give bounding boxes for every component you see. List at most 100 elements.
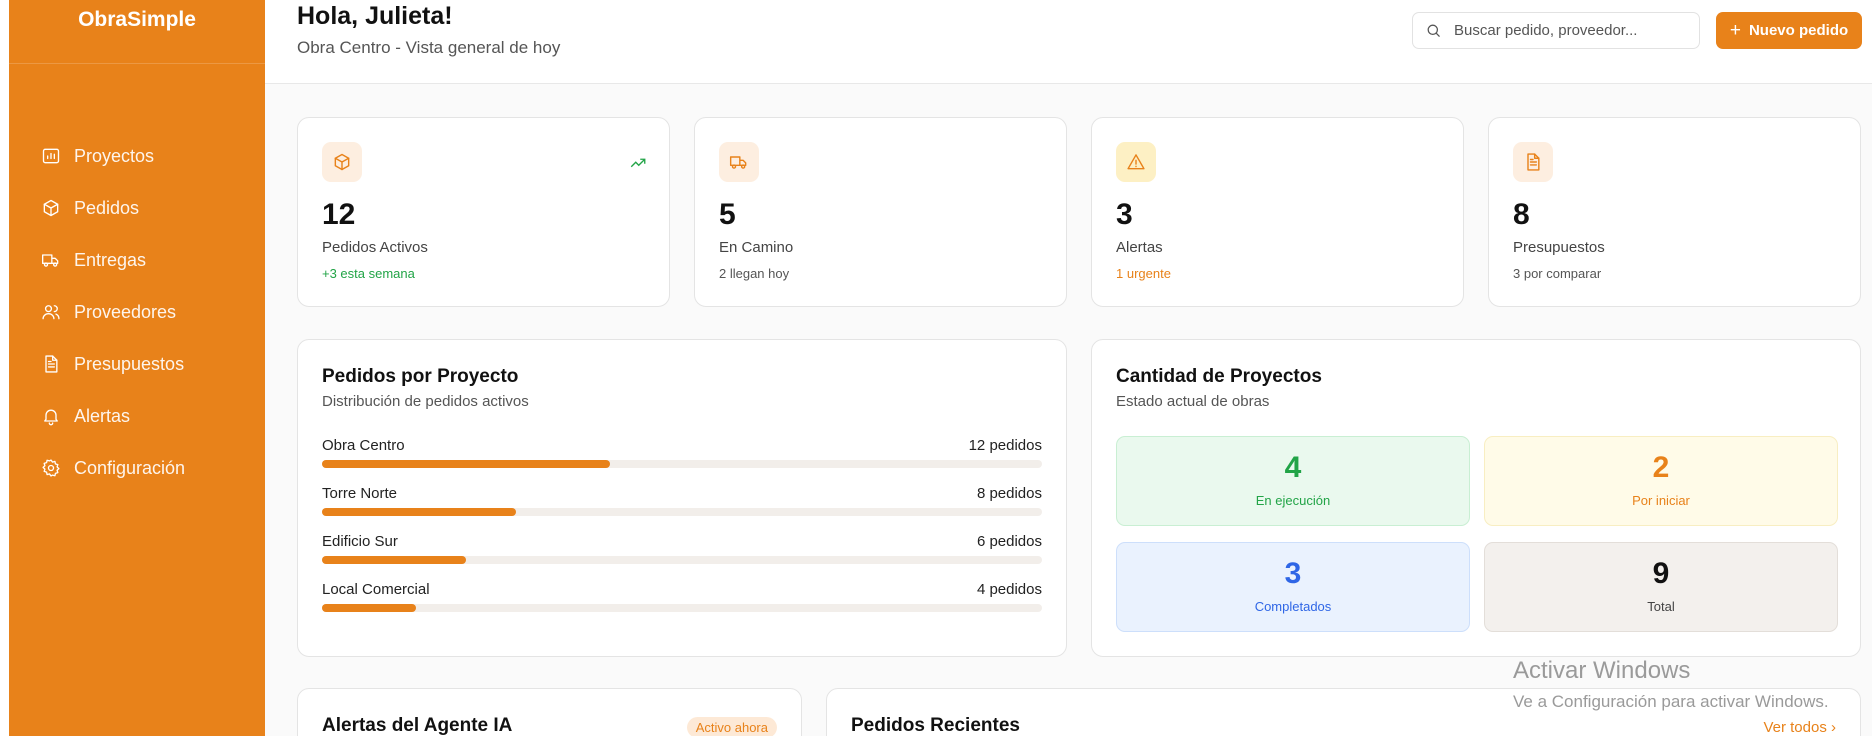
sidebar-item-alertas[interactable]: Alertas (9, 390, 265, 442)
tile-por-iniciar[interactable]: 2 Por iniciar (1484, 436, 1838, 526)
agent-alerts-panel: Alertas del Agente IA Activo ahora (297, 688, 802, 736)
stat-icon-wrap (719, 142, 759, 182)
progress-track (322, 556, 1042, 564)
sidebar-item-label: Alertas (74, 405, 131, 426)
stat-note: 2 llegan hoy (719, 266, 790, 281)
package-icon (334, 153, 350, 171)
project-bar-row: Obra Centro 12 pedidos (322, 437, 1042, 477)
page-subtitle: Obra Centro - Vista general de hoy (297, 38, 561, 57)
document-icon (1527, 153, 1540, 171)
tile-value: 3 (1284, 557, 1302, 590)
sidebar-item-entregas[interactable]: Entregas (9, 234, 265, 286)
stat-value: 5 (719, 198, 736, 231)
tile-completados[interactable]: 3 Completados (1116, 542, 1470, 632)
project-bar-row: Torre Norte 8 pedidos (322, 485, 1042, 525)
alert-triangle-icon (1127, 154, 1145, 170)
plus-icon: + (1729, 19, 1741, 41)
tile-value: 2 (1652, 451, 1670, 484)
sidebar-item-pedidos[interactable]: Pedidos (9, 182, 265, 234)
sidebar-item-configuracion[interactable]: Configuración (9, 442, 265, 494)
progress-fill (322, 508, 517, 516)
sidebar-item-label: Configuración (74, 457, 186, 478)
window-edge (0, 0, 9, 736)
panel-title: Alertas del Agente IA (322, 715, 513, 736)
view-all-link[interactable]: Ver todos › (1763, 719, 1836, 736)
truck-icon (42, 254, 59, 267)
stat-icon-wrap (1513, 142, 1553, 182)
stat-card-alertas[interactable]: 3 Alertas 1 urgente (1091, 117, 1464, 307)
stat-value: 3 (1116, 198, 1133, 231)
project-name: Torre Norte (322, 485, 398, 502)
sidebar-item-presupuestos[interactable]: Presupuestos (9, 338, 265, 390)
sidebar-item-label: Proveedores (74, 301, 177, 322)
progress-fill (322, 556, 466, 564)
stat-icon-wrap (1116, 142, 1156, 182)
tile-label: Completados (1254, 599, 1332, 614)
panel-subtitle: Estado actual de obras (1116, 393, 1270, 410)
project-count: 6 pedidos (976, 533, 1042, 550)
view-all-label: Ver todos (1763, 719, 1827, 736)
trending-up-icon (629, 154, 647, 177)
sidebar: ObraSimple Proyectos Pedidos Entregas Pr… (9, 0, 265, 736)
project-count: 8 pedidos (976, 485, 1042, 502)
package-icon (43, 199, 59, 217)
sidebar-item-proveedores[interactable]: Proveedores (9, 286, 265, 338)
users-icon (42, 305, 60, 320)
document-icon (45, 355, 58, 373)
project-count: 12 pedidos (968, 437, 1042, 454)
project-name: Edificio Sur (322, 533, 398, 550)
new-order-button[interactable]: + Nuevo pedido (1716, 12, 1862, 49)
tile-label: Por iniciar (1632, 493, 1690, 508)
stat-label: En Camino (719, 239, 794, 256)
tile-value: 9 (1652, 557, 1670, 590)
progress-fill (322, 604, 416, 612)
sidebar-item-label: Proyectos (74, 145, 155, 166)
stat-card-pedidos[interactable]: 12 Pedidos Activos +3 esta semana (297, 117, 670, 307)
sidebar-item-label: Pedidos (74, 197, 140, 218)
stat-card-presupuestos[interactable]: 8 Presupuestos 3 por comparar (1488, 117, 1861, 307)
truck-icon (729, 156, 747, 169)
project-count-panel: Cantidad de Proyectos Estado actual de o… (1091, 339, 1861, 657)
stat-value: 12 (322, 198, 356, 231)
project-name: Local Comercial (322, 581, 430, 598)
stat-label: Alertas (1116, 239, 1163, 256)
progress-fill (322, 460, 610, 468)
project-count: 4 pedidos (976, 581, 1042, 598)
progress-track (322, 508, 1042, 516)
sidebar-item-label: Entregas (74, 249, 147, 270)
search-input[interactable] (1454, 22, 1684, 39)
tile-label: En ejecución (1255, 493, 1331, 508)
panel-title: Pedidos Recientes (851, 715, 1020, 736)
project-name: Obra Centro (322, 437, 405, 454)
panel-subtitle: Distribución de pedidos activos (322, 393, 529, 410)
search-icon (1427, 24, 1440, 37)
sidebar-item-proyectos[interactable]: Proyectos (9, 130, 265, 182)
stat-note: 1 urgente (1116, 266, 1171, 281)
windows-watermark-subtitle: Ve a Configuración para activar Windows. (1513, 692, 1829, 711)
stat-label: Pedidos Activos (322, 239, 428, 256)
new-order-label: Nuevo pedido (1748, 22, 1849, 39)
panel-title: Pedidos por Proyecto (322, 366, 519, 387)
stat-value: 8 (1513, 198, 1530, 231)
stat-card-en-camino[interactable]: 5 En Camino 2 llegan hoy (694, 117, 1067, 307)
orders-by-project-panel: Pedidos por Proyecto Distribución de ped… (297, 339, 1067, 657)
tile-label: Total (1647, 599, 1675, 614)
tile-en-ejecucion[interactable]: 4 En ejecución (1116, 436, 1470, 526)
sidebar-nav: Proyectos Pedidos Entregas Proveedores P… (9, 130, 265, 494)
bell-icon (44, 409, 58, 426)
stat-icon-wrap (322, 142, 362, 182)
stat-label: Presupuestos (1513, 239, 1605, 256)
tile-total[interactable]: 9 Total (1484, 542, 1838, 632)
progress-track (322, 460, 1042, 468)
progress-track (322, 604, 1042, 612)
brand-logo[interactable]: ObraSimple (9, 0, 265, 64)
stat-note: 3 por comparar (1513, 266, 1602, 281)
tile-value: 4 (1284, 451, 1302, 484)
top-bar: Hola, Julieta! Obra Centro - Vista gener… (265, 0, 1872, 84)
page-title: Hola, Julieta! (297, 2, 453, 30)
main-content: Hola, Julieta! Obra Centro - Vista gener… (265, 0, 1872, 736)
project-bar-row: Local Comercial 4 pedidos (322, 581, 1042, 621)
stat-note: +3 esta semana (322, 266, 415, 281)
search-box[interactable] (1412, 12, 1700, 49)
status-badge: Activo ahora (686, 717, 777, 736)
